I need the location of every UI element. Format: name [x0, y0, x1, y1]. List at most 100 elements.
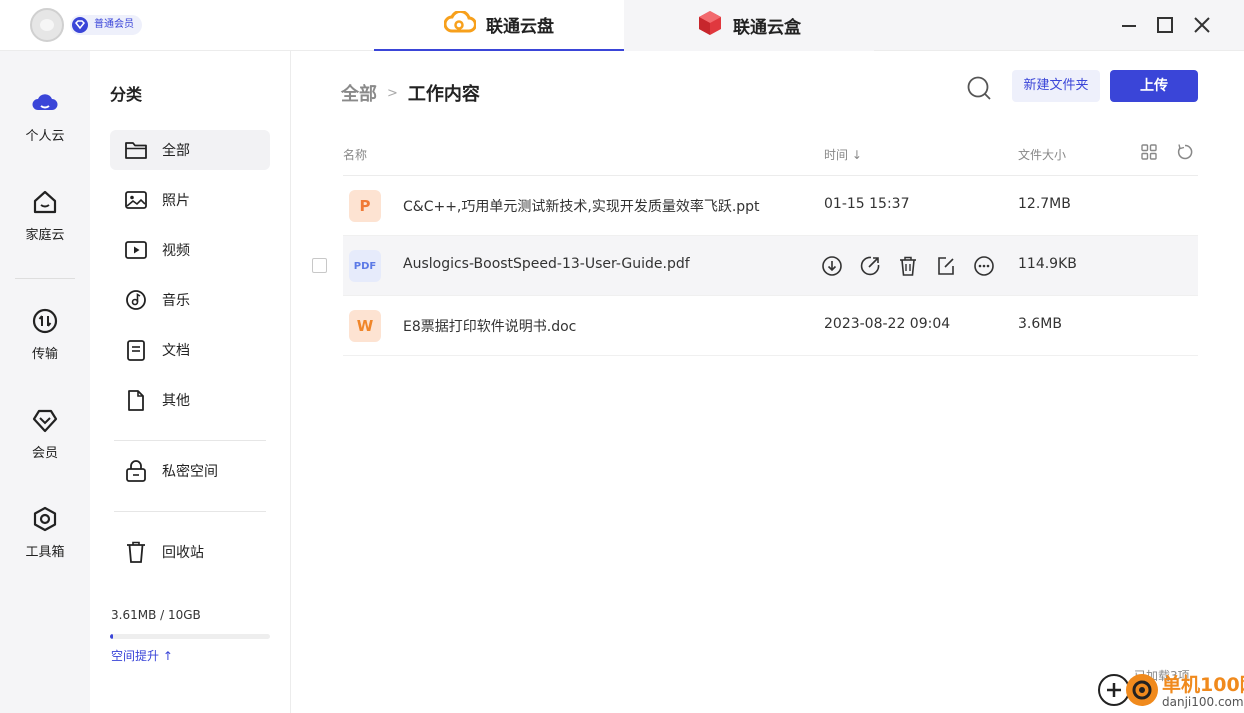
file-icon	[124, 388, 148, 412]
tab-cloud-box-label: 联通云盒	[733, 18, 801, 38]
photo-icon	[124, 188, 148, 212]
maximize-button[interactable]	[1154, 14, 1176, 36]
share-icon[interactable]	[859, 255, 881, 277]
document-icon	[124, 338, 148, 362]
new-folder-button[interactable]: 新建文件夹	[1012, 70, 1100, 102]
tab-cloud-drive-label: 联通云盘	[486, 17, 554, 37]
transfer-icon	[31, 307, 59, 335]
cloud-drive-logo-icon	[443, 9, 477, 38]
column-header-name[interactable]: 名称	[343, 146, 367, 163]
table-row[interactable]: PDF Auslogics-BoostSpeed-13-User-Guide.p…	[343, 236, 1198, 296]
category-label: 照片	[162, 193, 190, 209]
cloud-icon	[31, 89, 59, 117]
table-row[interactable]: P C&C++,巧用单元测试新技术,实现开发质量效率飞跃.ppt 01-15 1…	[343, 176, 1198, 236]
tab-cloud-drive[interactable]: 联通云盘	[374, 0, 624, 51]
refresh-icon[interactable]	[1176, 143, 1194, 164]
category-label: 音乐	[162, 293, 190, 309]
category-item-photos[interactable]: 照片	[110, 180, 270, 220]
space-upgrade-link[interactable]: 空间提升 ↑	[111, 647, 173, 664]
title-bar-background	[874, 0, 1244, 50]
cloud-box-logo-icon	[697, 9, 723, 42]
column-header-time[interactable]: 时间 ↓	[824, 146, 862, 163]
pdf-file-icon: PDF	[349, 250, 381, 282]
file-time: 2023-08-22 09:04	[824, 316, 951, 332]
music-icon	[124, 288, 148, 312]
category-item-documents[interactable]: 文档	[110, 330, 270, 370]
file-name[interactable]: Auslogics-BoostSpeed-13-User-Guide.pdf	[403, 256, 690, 272]
rename-icon[interactable]	[935, 255, 957, 277]
category-item-videos[interactable]: 视频	[110, 230, 270, 270]
rail-divider	[15, 278, 75, 279]
watermark-disc-icon	[1126, 674, 1158, 706]
storage-progress-fill	[110, 634, 114, 639]
rail-item-membership[interactable]: 会员	[0, 406, 90, 461]
category-divider	[114, 440, 266, 441]
breadcrumb: 全部 > 工作内容	[341, 80, 480, 106]
file-name[interactable]: E8票据打印软件说明书.doc	[403, 316, 576, 336]
video-icon	[124, 238, 148, 262]
diamond-icon	[31, 406, 59, 434]
file-table-header: 名称 时间 ↓ 文件大小	[343, 143, 1198, 176]
category-label: 私密空间	[162, 464, 218, 480]
column-header-size[interactable]: 文件大小	[1018, 146, 1066, 163]
folder-icon	[124, 138, 148, 162]
delete-icon[interactable]	[897, 255, 919, 277]
watermark-text: 单机100网	[1162, 674, 1244, 696]
category-label: 全部	[162, 143, 190, 159]
home-icon	[31, 188, 59, 216]
category-item-music[interactable]: 音乐	[110, 280, 270, 320]
file-size: 12.7MB	[1018, 196, 1071, 212]
rail-item-toolbox[interactable]: 工具箱	[0, 505, 90, 560]
member-badge[interactable]: 普通会员	[70, 15, 142, 35]
breadcrumb-separator: >	[387, 85, 398, 101]
left-rail: 个人云 家庭云 传输 会员 工具箱	[0, 51, 90, 713]
category-item-all[interactable]: 全部	[110, 130, 270, 170]
row-checkbox[interactable]	[312, 258, 327, 273]
search-button[interactable]	[966, 75, 992, 101]
download-icon[interactable]	[821, 255, 843, 277]
member-label: 普通会员	[94, 19, 134, 30]
breadcrumb-current: 工作内容	[407, 84, 480, 105]
category-label: 视频	[162, 243, 190, 259]
rail-label: 传输	[31, 347, 58, 362]
member-diamond-icon	[72, 17, 88, 33]
category-item-private-space[interactable]: 私密空间	[110, 451, 270, 491]
category-sidebar: 分类 全部 照片 视频 音乐 文档 其他 私密空间 回收站 3.61MB / 1…	[90, 51, 291, 713]
minimize-button[interactable]	[1118, 14, 1140, 36]
file-size: 3.6MB	[1018, 316, 1062, 332]
rail-item-transfer[interactable]: 传输	[0, 307, 90, 362]
title-bar: 普通会员 联通云盘 联通云盒	[0, 0, 1244, 51]
tab-cloud-box[interactable]: 联通云盒	[624, 0, 874, 51]
rail-label: 个人云	[25, 129, 65, 144]
ppt-file-icon: P	[349, 190, 381, 222]
close-button[interactable]	[1191, 14, 1213, 36]
file-name[interactable]: C&C++,巧用单元测试新技术,实现开发质量效率飞跃.ppt	[403, 196, 760, 216]
more-options-icon[interactable]	[973, 255, 995, 277]
category-item-trash[interactable]: 回收站	[110, 532, 270, 572]
main-content: 全部 > 工作内容 新建文件夹 上传 名称 时间 ↓ 文件大小 P C&C++,…	[291, 51, 1244, 713]
rail-item-family-cloud[interactable]: 家庭云	[0, 188, 90, 243]
file-size: 114.9KB	[1018, 256, 1077, 272]
trash-icon	[124, 540, 148, 564]
breadcrumb-root[interactable]: 全部	[341, 80, 377, 106]
rail-label: 家庭云	[25, 228, 65, 243]
grid-view-icon[interactable]	[1140, 143, 1158, 164]
category-label: 回收站	[162, 545, 204, 561]
category-title: 分类	[110, 85, 143, 104]
app-window: 普通会员 联通云盘 联通云盒 个人云 家庭云 传输 会员 工具箱 分类 全部 照…	[0, 0, 1244, 713]
avatar[interactable]	[30, 8, 64, 42]
rail-label: 会员	[31, 446, 58, 461]
category-item-other[interactable]: 其他	[110, 380, 270, 420]
watermark-url: danji100.com	[1162, 695, 1244, 709]
category-divider	[114, 511, 266, 512]
storage-usage-text: 3.61MB / 10GB	[111, 608, 201, 622]
search-icon	[966, 76, 992, 105]
upload-button[interactable]: 上传	[1110, 70, 1198, 102]
rail-item-personal-cloud[interactable]: 个人云	[0, 89, 90, 144]
rail-label: 工具箱	[25, 545, 65, 560]
word-file-icon: W	[349, 310, 381, 342]
lock-icon	[124, 459, 148, 483]
storage-progress-bar	[110, 634, 270, 639]
toolbox-icon	[31, 505, 59, 533]
table-row[interactable]: W E8票据打印软件说明书.doc 2023-08-22 09:04 3.6MB	[343, 296, 1198, 356]
